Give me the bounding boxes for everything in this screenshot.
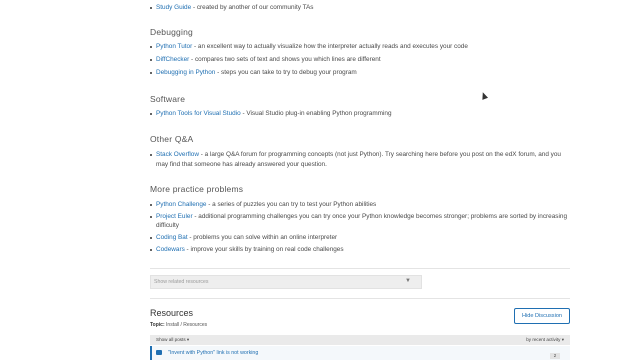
software-list: Python Tools for Visual Studio - Visual … — [150, 109, 570, 118]
list-item: Codewars - improve your skills by traini… — [150, 245, 570, 254]
section-title-debugging: Debugging — [150, 27, 193, 37]
study-guide-link[interactable]: Study Guide — [156, 4, 191, 11]
list-item: Python Tools for Visual Studio - Visual … — [150, 109, 570, 118]
diffchecker-link[interactable]: DiffChecker — [156, 56, 189, 63]
hide-discussion-button[interactable]: Hide Discussion — [514, 308, 570, 324]
python-tools-vs-link[interactable]: Python Tools for Visual Studio — [156, 110, 241, 117]
list-item-text: - a large Q&A forum for programming conc… — [156, 151, 561, 168]
python-challenge-link[interactable]: Python Challenge — [156, 201, 206, 208]
show-related-resources-toggle[interactable]: Show related resources ▼ — [150, 275, 422, 289]
list-item: Stack Overflow - a large Q&A forum for p… — [150, 150, 570, 170]
stack-overflow-link[interactable]: Stack Overflow — [156, 151, 199, 158]
practice-list: Python Challenge - a series of puzzles y… — [150, 200, 570, 254]
divider — [150, 298, 570, 299]
comment-count-badge: 2 — [550, 353, 560, 359]
list-item: Python Tutor - an excellent way to actua… — [150, 42, 570, 51]
divider — [150, 268, 570, 269]
project-euler-link[interactable]: Project Euler — [156, 213, 193, 220]
topic-line: Topic: Install / Resources — [150, 322, 207, 328]
list-item: Python Challenge - a series of puzzles y… — [150, 200, 570, 209]
dropdown-label: Show all posts — [156, 337, 186, 342]
list-item-text: - an excellent way to actually visualize… — [192, 43, 468, 50]
list-item: DiffChecker - compares two sets of text … — [150, 55, 570, 64]
topic-label: Topic: — [150, 322, 165, 328]
comment-icon — [156, 350, 162, 355]
discussion-post-row[interactable]: "Invent with Python" link is not working… — [150, 346, 570, 360]
chevron-down-icon: ▾ — [561, 337, 564, 342]
list-item-text: - a series of puzzles you can try to tes… — [206, 201, 377, 208]
section-title-software: Software — [150, 94, 186, 104]
discussion-title: Resources — [150, 308, 194, 318]
mouse-cursor-icon — [479, 91, 489, 100]
section-title-other-qa: Other Q&A — [150, 134, 194, 144]
chevron-down-icon: ▾ — [186, 337, 190, 342]
coding-bat-link[interactable]: Coding Bat — [156, 234, 188, 241]
sort-order-dropdown[interactable]: by recent activity ▾ — [526, 337, 564, 343]
list-item-text: - problems you can solve within an onlin… — [187, 234, 338, 241]
list-item-text: - steps you can take to try to debug you… — [215, 69, 357, 76]
debugging-in-python-link[interactable]: Debugging in Python — [156, 69, 215, 76]
list-item-text: - compares two sets of text and shows yo… — [189, 56, 381, 63]
list-item-text: - additional programming challenges you … — [156, 213, 568, 229]
list-item-text: - Visual Studio plug-in enabling Python … — [240, 110, 392, 117]
list-item: Study Guide - created by another of our … — [150, 3, 570, 12]
list-item: Debugging in Python - steps you can take… — [150, 68, 570, 77]
show-all-posts-dropdown[interactable]: Show all posts ▾ — [156, 337, 189, 343]
python-tutor-link[interactable]: Python Tutor — [156, 43, 192, 50]
other-qa-list: Stack Overflow - a large Q&A forum for p… — [150, 150, 570, 170]
post-filter-bar: Show all posts ▾ by recent activity ▾ — [150, 335, 570, 345]
related-resources-label: Show related resources — [154, 279, 209, 285]
chevron-down-icon: ▼ — [405, 278, 411, 284]
intro-list: Study Guide - created by another of our … — [150, 3, 570, 12]
list-item: Coding Bat - problems you can solve with… — [150, 233, 570, 242]
dropdown-label: by recent activity — [526, 337, 561, 342]
section-title-more-practice: More practice problems — [150, 184, 244, 194]
codewars-link[interactable]: Codewars — [156, 246, 185, 253]
list-item-text: - created by another of our community TA… — [191, 4, 314, 11]
list-item: Project Euler - additional programming c… — [150, 212, 570, 230]
topic-value: Install / Resources — [166, 322, 208, 328]
list-item-text: - improve your skills by training on rea… — [184, 246, 344, 253]
post-title: "Invent with Python" link is not working — [168, 350, 259, 356]
debugging-list: Python Tutor - an excellent way to actua… — [150, 42, 570, 77]
